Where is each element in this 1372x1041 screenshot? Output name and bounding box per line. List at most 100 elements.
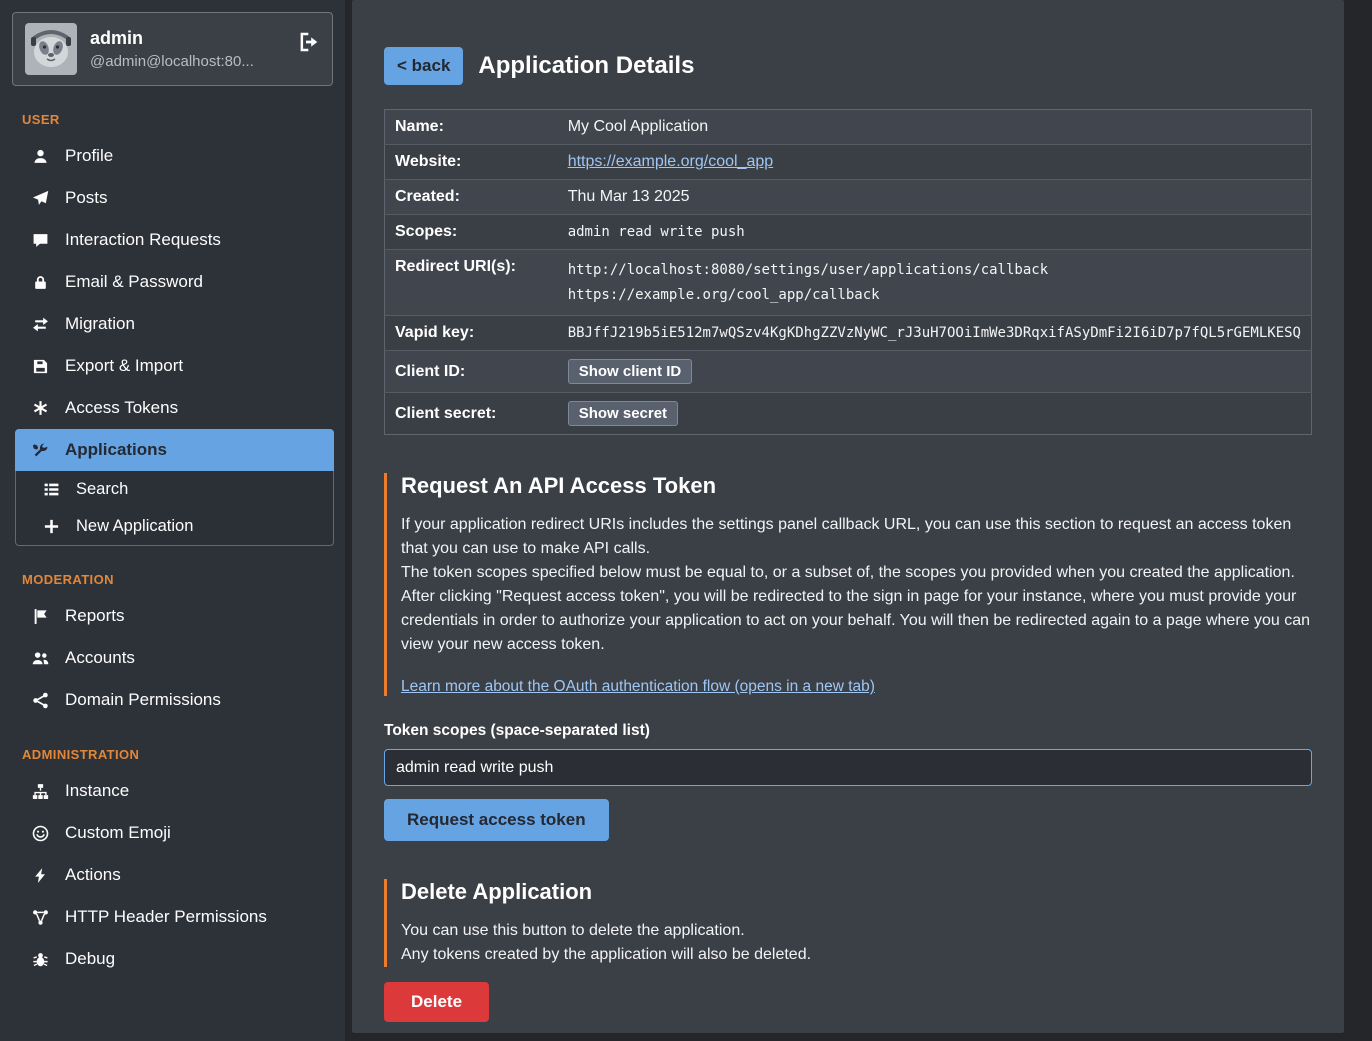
delete-application-title: Delete Application	[401, 879, 1312, 905]
sidebar-item-label: Profile	[65, 146, 113, 166]
list-icon	[42, 481, 61, 498]
detail-label: Scopes:	[385, 215, 566, 250]
detail-label: Redirect URI(s):	[385, 250, 566, 316]
oauth-docs-link[interactable]: Learn more about the OAuth authenticatio…	[401, 678, 875, 696]
sidebar-item-label: Interaction Requests	[65, 230, 221, 250]
user-meta: admin @admin@localhost:80...	[90, 28, 254, 70]
applications-submenu: Search New Application	[15, 471, 334, 546]
scopes-value: admin read write push	[568, 224, 745, 240]
sidebar-item-debug[interactable]: Debug	[15, 938, 334, 980]
sidebar-item-label: Export & Import	[65, 356, 183, 376]
sidebar-item-migration[interactable]: Migration	[15, 303, 334, 345]
detail-row-redirect-uris: Redirect URI(s): http://localhost:8080/s…	[385, 250, 1312, 316]
tools-icon	[31, 442, 50, 459]
paper-plane-icon	[31, 190, 50, 207]
token-scopes-input[interactable]	[384, 749, 1312, 786]
sidebar-item-label: Migration	[65, 314, 135, 334]
sidebar-item-label: Accounts	[65, 648, 135, 668]
sidebar-section-administration: ADMINISTRATION	[22, 747, 323, 762]
plus-icon	[42, 518, 61, 535]
detail-label: Website:	[385, 145, 566, 180]
request-token-section: Request An API Access Token If your appl…	[384, 473, 1312, 841]
sidebar: admin @admin@localhost:80... USER Profil…	[0, 0, 345, 1041]
sidebar-item-label: Domain Permissions	[65, 690, 221, 710]
main-panel: < back Application Details Name: My Cool…	[352, 0, 1344, 1033]
delete-line-1: You can use this button to delete the ap…	[401, 919, 1312, 943]
exchange-icon	[31, 316, 50, 333]
token-scopes-label: Token scopes (space-separated list)	[384, 722, 1312, 740]
detail-value: My Cool Application	[566, 110, 1312, 145]
user-card[interactable]: admin @admin@localhost:80...	[12, 12, 333, 86]
redirect-uri-1: http://localhost:8080/settings/user/appl…	[568, 258, 1301, 283]
detail-row-client-id: Client ID: Show client ID	[385, 351, 1312, 393]
sidebar-item-applications[interactable]: Applications	[15, 429, 334, 471]
sidebar-item-http-header-permissions[interactable]: HTTP Header Permissions	[15, 896, 334, 938]
delete-line-2: Any tokens created by the application wi…	[401, 943, 1312, 967]
sidebar-item-label: Reports	[65, 606, 125, 626]
detail-row-client-secret: Client secret: Show secret	[385, 393, 1312, 435]
detail-row-website: Website: https://example.org/cool_app	[385, 145, 1312, 180]
redirect-uri-2: https://example.org/cool_app/callback	[568, 283, 1301, 308]
token-form: Token scopes (space-separated list) Requ…	[384, 722, 1312, 841]
sidebar-item-new-application[interactable]: New Application	[16, 508, 333, 545]
website-link[interactable]: https://example.org/cool_app	[568, 153, 773, 170]
token-paragraph-1: If your application redirect URIs includ…	[401, 513, 1312, 561]
sidebar-section-moderation: MODERATION	[22, 572, 323, 587]
lock-icon	[31, 274, 50, 291]
detail-label: Name:	[385, 110, 566, 145]
sidebar-item-export-import[interactable]: Export & Import	[15, 345, 334, 387]
detail-row-created: Created: Thu Mar 13 2025	[385, 180, 1312, 215]
sidebar-item-posts[interactable]: Posts	[15, 177, 334, 219]
sidebar-item-access-tokens[interactable]: Access Tokens	[15, 387, 334, 429]
token-paragraph-3: After clicking "Request access token", y…	[401, 585, 1312, 657]
sidebar-item-label: Access Tokens	[65, 398, 178, 418]
sidebar-item-domain-permissions[interactable]: Domain Permissions	[15, 679, 334, 721]
request-token-description: Request An API Access Token If your appl…	[384, 473, 1312, 696]
detail-row-name: Name: My Cool Application	[385, 110, 1312, 145]
sidebar-item-label: Posts	[65, 188, 108, 208]
sidebar-item-profile[interactable]: Profile	[15, 135, 334, 177]
asterisk-icon	[31, 400, 50, 417]
sidebar-item-applications-search[interactable]: Search	[16, 471, 333, 508]
bolt-icon	[31, 867, 50, 884]
application-details-table: Name: My Cool Application Website: https…	[384, 109, 1312, 435]
sidebar-item-label: HTTP Header Permissions	[65, 907, 267, 927]
comment-icon	[31, 232, 50, 249]
sidebar-item-label: Debug	[65, 949, 115, 969]
sidebar-section-user: USER	[22, 112, 323, 127]
sidebar-item-interaction-requests[interactable]: Interaction Requests	[15, 219, 334, 261]
page-header: < back Application Details	[384, 47, 1312, 85]
sidebar-item-email-password[interactable]: Email & Password	[15, 261, 334, 303]
sidebar-item-reports[interactable]: Reports	[15, 595, 334, 637]
detail-label: Created:	[385, 180, 566, 215]
sign-out-icon[interactable]	[298, 31, 320, 67]
show-secret-button[interactable]: Show secret	[568, 401, 678, 426]
sidebar-item-actions[interactable]: Actions	[15, 854, 334, 896]
sidebar-item-instance[interactable]: Instance	[15, 770, 334, 812]
detail-row-vapid-key: Vapid key: BBJffJ219b5iE512m7wQSzv4KgKDh…	[385, 316, 1312, 351]
page-title: Application Details	[478, 52, 694, 80]
bug-icon	[31, 951, 50, 968]
back-button[interactable]: < back	[384, 47, 463, 85]
flag-icon	[31, 608, 50, 625]
request-access-token-button[interactable]: Request access token	[384, 799, 609, 841]
token-paragraph-2: The token scopes specified below must be…	[401, 561, 1312, 585]
sidebar-item-accounts[interactable]: Accounts	[15, 637, 334, 679]
sitemap-icon	[31, 783, 50, 800]
sidebar-item-label: Applications	[65, 440, 167, 460]
sidebar-item-custom-emoji[interactable]: Custom Emoji	[15, 812, 334, 854]
sidebar-item-label: New Application	[76, 517, 193, 536]
smiley-icon	[31, 825, 50, 842]
delete-application-section: Delete Application You can use this butt…	[384, 879, 1312, 1022]
detail-row-scopes: Scopes: admin read write push	[385, 215, 1312, 250]
share-nodes-icon	[31, 692, 50, 709]
detail-value: Thu Mar 13 2025	[566, 180, 1312, 215]
sidebar-item-label: Search	[76, 480, 128, 499]
user-icon	[31, 148, 50, 165]
request-token-title: Request An API Access Token	[401, 473, 1312, 499]
sidebar-item-label: Email & Password	[65, 272, 203, 292]
delete-button[interactable]: Delete	[384, 982, 489, 1022]
show-client-id-button[interactable]: Show client ID	[568, 359, 693, 384]
detail-label: Vapid key:	[385, 316, 566, 351]
users-icon	[31, 650, 50, 667]
